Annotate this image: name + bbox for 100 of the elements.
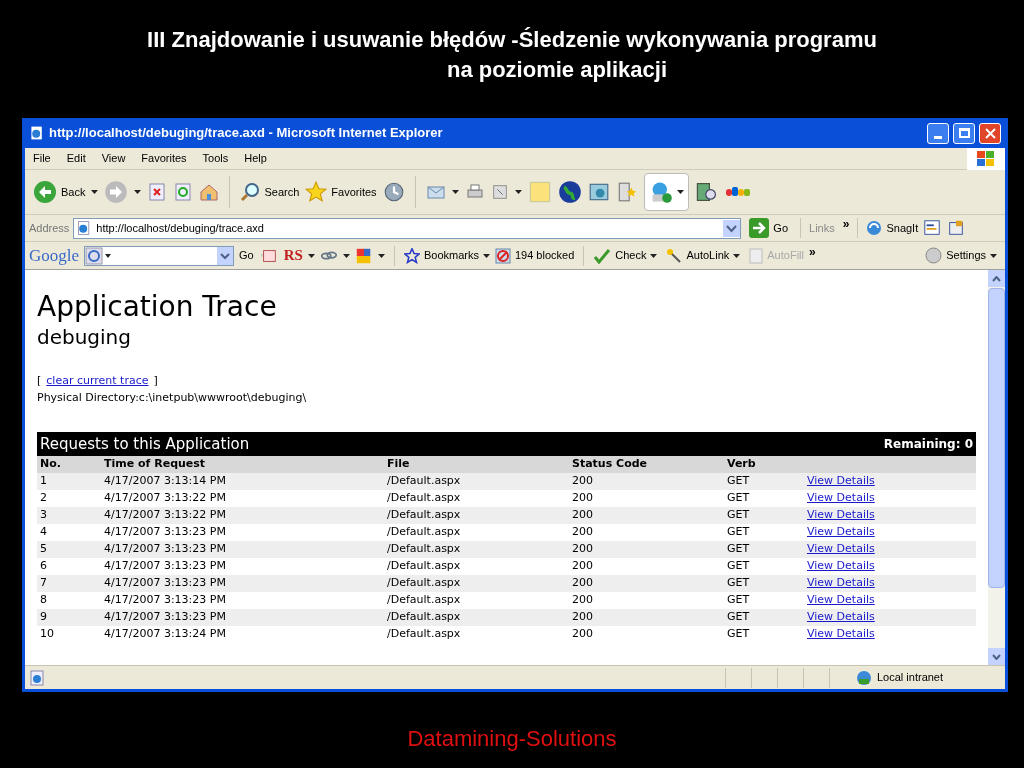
table-cell-text: 200 xyxy=(572,473,594,490)
spellcheck-button[interactable]: Check xyxy=(593,247,658,264)
view-details-link[interactable]: View Details xyxy=(807,626,875,643)
caret-icon[interactable] xyxy=(650,253,658,258)
rs-button[interactable]: RS xyxy=(283,244,303,267)
page-heading: Application Trace xyxy=(37,290,278,324)
menu-item[interactable]: View xyxy=(93,150,134,167)
snagit-button[interactable]: SnagIt xyxy=(866,219,919,237)
favorites-button[interactable]: Favorites xyxy=(305,181,377,203)
menu-item[interactable]: Edit xyxy=(58,150,94,167)
table-cell-text: 200 xyxy=(572,490,594,507)
search-button[interactable]: Search xyxy=(240,182,300,202)
settings-button[interactable]: Settings xyxy=(925,247,1001,264)
caret-icon[interactable] xyxy=(134,190,142,194)
table-cell-text: GET xyxy=(727,490,751,507)
menu-item[interactable]: Help xyxy=(236,150,275,167)
scrollbar[interactable] xyxy=(988,270,1005,665)
caret-icon[interactable] xyxy=(990,253,997,258)
page-icon[interactable] xyxy=(29,125,45,141)
stop-icon[interactable] xyxy=(147,182,168,202)
table-cell-text: GET xyxy=(727,575,751,592)
scroll-up-icon[interactable] xyxy=(992,275,1001,282)
table-cell-text: 4/17/2007 3:13:23 PM xyxy=(104,592,227,609)
globe-icon[interactable] xyxy=(557,180,582,204)
close-button[interactable] xyxy=(979,122,1001,144)
view-details-link[interactable]: View Details xyxy=(807,592,875,609)
view-details-link[interactable]: View Details xyxy=(807,575,875,592)
table-cell-text: 1 xyxy=(40,473,48,490)
view-details-link[interactable]: View Details xyxy=(807,490,875,507)
table-cell-text: GET xyxy=(727,626,751,643)
bookmarks-button[interactable]: Bookmarks xyxy=(403,247,490,264)
column-header: No. xyxy=(40,456,62,473)
slide-footer: Datamining-Solutions xyxy=(407,722,617,755)
view-details-link[interactable]: View Details xyxy=(807,558,875,575)
circle-icon xyxy=(925,247,943,264)
table-cell-text: 4/17/2007 3:13:23 PM xyxy=(104,575,227,592)
table-cell-text: /Default.aspx xyxy=(387,490,462,507)
caret-icon[interactable] xyxy=(676,190,684,194)
page-icon xyxy=(29,669,45,686)
star-icon xyxy=(305,181,328,203)
table-cell-text: 7 xyxy=(40,575,48,592)
minimize-button[interactable] xyxy=(927,122,949,144)
table-cell-text: 9 xyxy=(40,609,48,626)
go-arrow-icon xyxy=(749,218,770,238)
window-globe-icon[interactable] xyxy=(587,181,610,203)
table-cell-text: GET xyxy=(727,558,751,575)
caret-icon[interactable] xyxy=(307,253,315,258)
table-cell-text: 6 xyxy=(40,558,48,575)
menu-item[interactable]: Tools xyxy=(194,150,237,167)
caret-icon[interactable] xyxy=(342,253,350,258)
chevron-text[interactable]: » xyxy=(838,215,850,241)
close-icon xyxy=(984,127,996,139)
menu-item[interactable]: File xyxy=(25,150,59,167)
column-header: Verb xyxy=(727,456,757,473)
remaining-count: Remaining: 0 xyxy=(883,436,973,453)
book-magnifier-icon[interactable] xyxy=(694,180,719,204)
blocked-icon xyxy=(494,247,511,264)
column-header: Status Code xyxy=(572,456,649,473)
back-button[interactable]: Back xyxy=(33,180,86,204)
table-cell-text: GET xyxy=(727,524,751,541)
view-details-link[interactable]: View Details xyxy=(807,473,875,490)
caret-icon[interactable] xyxy=(91,190,99,194)
column-header: Time of Request xyxy=(104,456,207,473)
address-field[interactable]: http://localhost/debuging/trace.axd xyxy=(73,217,742,239)
caret-icon[interactable] xyxy=(514,190,522,194)
view-details-link[interactable]: View Details xyxy=(807,541,875,558)
table-cell-text: /Default.aspx xyxy=(387,558,462,575)
google-go-button[interactable]: Go xyxy=(239,247,254,264)
slide-title: III Znajdowanie i usuwanie błędów -Śledzenie wykonywania programu xyxy=(147,26,877,54)
table-cell-text: 3 xyxy=(40,507,48,524)
maximize-button[interactable] xyxy=(953,122,975,144)
table-cell-text: /Default.aspx xyxy=(387,507,462,524)
table-title: Requests to this Application xyxy=(40,433,250,455)
view-details-link[interactable]: View Details xyxy=(807,524,875,541)
table-cell-text: 4/17/2007 3:13:24 PM xyxy=(104,626,227,643)
dropdown-icon[interactable] xyxy=(723,219,741,237)
chevron-text[interactable]: » xyxy=(808,242,816,269)
table-cell-text: 200 xyxy=(572,575,594,592)
scroll-down-icon[interactable] xyxy=(992,653,1001,660)
google-search-field[interactable] xyxy=(84,245,235,266)
history-icon[interactable] xyxy=(382,181,405,203)
menu-item[interactable]: Favorites xyxy=(133,150,195,167)
go-button[interactable]: Go xyxy=(745,218,793,238)
view-details-link[interactable]: View Details xyxy=(807,507,875,524)
table-cell-text: 200 xyxy=(572,507,594,524)
caret-icon[interactable] xyxy=(733,253,741,258)
caret-icon[interactable] xyxy=(451,190,459,194)
clear-trace-link[interactable]: clear current trace xyxy=(46,372,149,389)
autolink-button[interactable]: AutoLink xyxy=(666,247,741,264)
view-details-link[interactable]: View Details xyxy=(807,609,875,626)
window-icon[interactable] xyxy=(922,219,943,237)
physical-directory: Physical Directory:c:\inetpub\wwwroot\debuging\ xyxy=(37,390,308,406)
caret-icon[interactable] xyxy=(482,253,490,258)
bracket-text: [ xyxy=(37,373,42,389)
caret-icon[interactable] xyxy=(377,253,385,258)
ebay-logo-icon[interactable] xyxy=(724,186,751,198)
popup-blocker-button[interactable]: 194 blocked xyxy=(494,247,575,264)
table-cell-text: /Default.aspx xyxy=(387,473,462,490)
home-icon[interactable] xyxy=(199,182,220,202)
dropdown-icon[interactable] xyxy=(217,246,234,265)
